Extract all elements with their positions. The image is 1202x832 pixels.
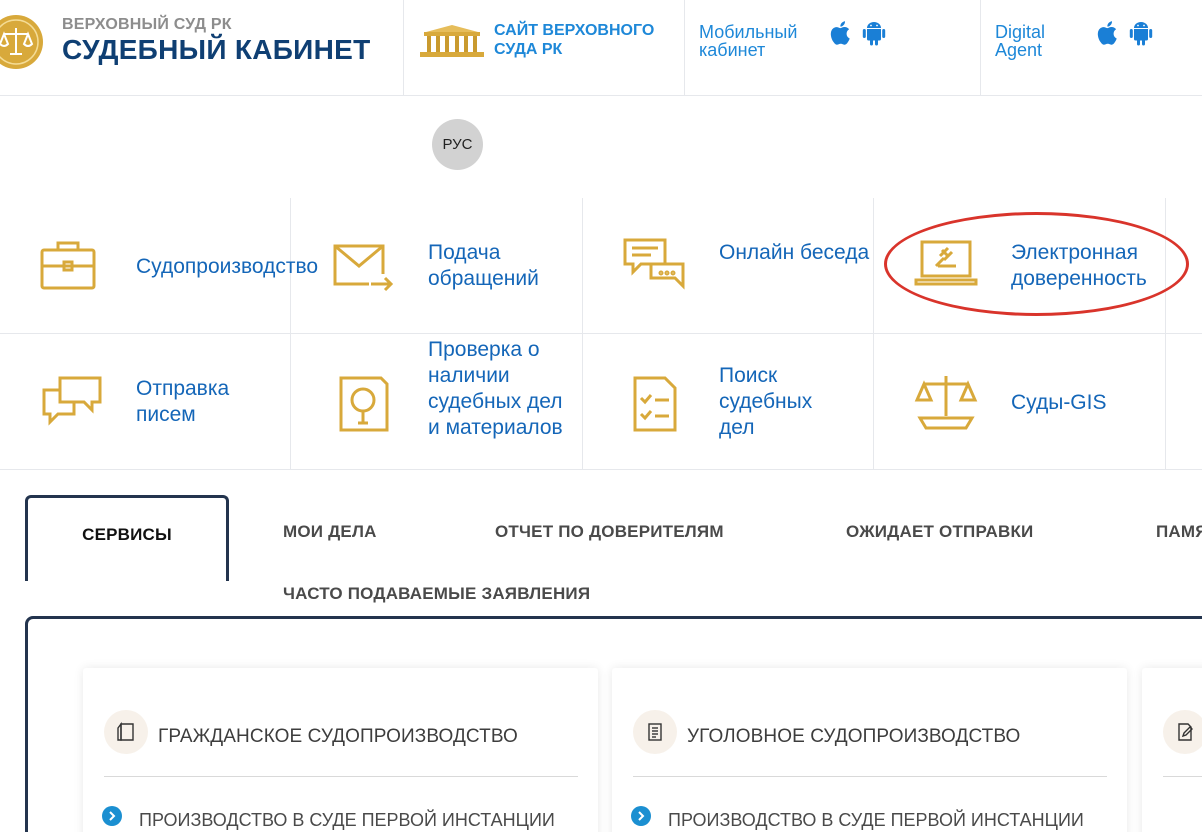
arrow-right-icon [631, 806, 651, 826]
service-label: Суды-GIS [1011, 391, 1107, 414]
court-building-icon[interactable] [418, 24, 486, 58]
criminal-proceedings-card[interactable]: УГОЛОВНОЕ СУДОПРОИЗВОДСТВО ПРОИЗВОДСТВО … [612, 668, 1127, 832]
language-switch-button[interactable]: РУС [432, 119, 483, 170]
apple-icon[interactable] [827, 20, 851, 46]
service-label: Электронная доверенность [1011, 241, 1147, 290]
checklist-icon [633, 376, 677, 432]
service-tile-court-proceedings[interactable]: Судопроизводство [0, 198, 318, 333]
grid-divider [0, 469, 1202, 470]
criminal-case-icon [648, 723, 662, 741]
android-icon[interactable] [862, 20, 886, 46]
service-label: Проверка о наличии судебных дел и матери… [428, 338, 563, 439]
agent-line2: Agent [995, 40, 1043, 60]
grid-divider [1165, 198, 1166, 470]
service-tile-submit-appeal[interactable]: Подача обращений [291, 198, 582, 333]
service-tile-online-chat[interactable]: Онлайн беседа [583, 198, 873, 333]
service-label: Отправка писем [136, 377, 230, 426]
laptop-gavel-icon [914, 240, 978, 286]
tab-trustee-report[interactable]: ОТЧЕТ ПО ДОВЕРИТЕЛЯМ [495, 522, 724, 542]
civil-proceedings-card[interactable]: ГРАЖДАНСКОЕ СУДОПРОИЗВОДСТВО ПРОИЗВОДСТВ… [83, 668, 598, 832]
apple-icon[interactable] [1094, 20, 1118, 46]
service-label: Онлайн беседа [719, 241, 870, 264]
card-icon-badge [633, 710, 677, 754]
arrow-right-icon [102, 806, 122, 826]
court-site-line1: САЙТ ВЕРХОВНОГО [494, 22, 655, 39]
scales-icon [914, 376, 978, 430]
card-title: ГРАЖДАНСКОЕ СУДОПРОИЗВОДСТВО [158, 726, 518, 747]
service-label: Подача обращений [428, 241, 539, 290]
partial-service-card[interactable] [1142, 668, 1202, 832]
tab-frequent-applications[interactable]: ЧАСТО ПОДАВАЕМЫЕ ЗАЯВЛЕНИЯ [283, 584, 590, 604]
mobile-line2: кабинет [699, 40, 766, 60]
android-icon[interactable] [1129, 20, 1153, 46]
card-divider [104, 776, 578, 777]
tab-my-cases[interactable]: МОИ ДЕЛА [283, 522, 377, 542]
service-tile-courts-gis[interactable]: Суды-GIS [874, 334, 1165, 469]
card-link-first-instance[interactable]: ПРОИЗВОДСТВО В СУДЕ ПЕРВОЙ ИНСТАНЦИИ [668, 810, 1084, 831]
civil-case-icon [117, 721, 134, 741]
header-divider [403, 0, 404, 95]
agent-line1: Digital [995, 22, 1046, 42]
brand-subtitle: ВЕРХОВНЫЙ СУД РК [62, 16, 232, 33]
document-edit-icon [1178, 723, 1193, 741]
digital-agent-link[interactable]: Digital Agent [995, 23, 1045, 59]
header-divider [980, 0, 981, 95]
service-tile-search-cases[interactable]: Поиск судебных дел [583, 334, 873, 469]
brand-title[interactable]: СУДЕБНЫЙ КАБИНЕТ [62, 34, 371, 66]
site-header: ВЕРХОВНЫЙ СУД РК СУДЕБНЫЙ КАБИНЕТ САЙТ В… [0, 0, 1202, 96]
tab-awaiting-dispatch[interactable]: ОЖИДАЕТ ОТПРАВКИ [846, 522, 1033, 542]
card-divider [1163, 776, 1202, 777]
service-tile-send-letters[interactable]: Отправка писем [0, 334, 290, 469]
envelope-icon [333, 244, 394, 292]
card-link-first-instance[interactable]: ПРОИЗВОДСТВО В СУДЕ ПЕРВОЙ ИНСТАНЦИИ [139, 810, 555, 831]
tab-memos[interactable]: ПАМЯТКИ [1156, 522, 1202, 542]
card-divider [633, 776, 1107, 777]
tab-label: СЕРВИСЫ [82, 524, 172, 544]
header-divider [684, 0, 685, 95]
service-label: Поиск судебных дел [719, 364, 813, 439]
court-emblem-icon[interactable] [0, 14, 44, 70]
tab-services[interactable]: СЕРВИСЫ [25, 495, 229, 581]
card-icon-badge [104, 710, 148, 754]
mobile-line1: Мобильный [699, 22, 798, 42]
service-tile-e-power-of-attorney[interactable]: Электронная доверенность [874, 198, 1165, 333]
briefcase-icon [40, 241, 96, 290]
document-search-icon [339, 376, 389, 432]
card-icon-badge [1163, 710, 1202, 754]
messages-icon [42, 376, 102, 426]
card-title: УГОЛОВНОЕ СУДОПРОИЗВОДСТВО [687, 726, 1021, 747]
mobile-cabinet-link[interactable]: Мобильный кабинет [699, 23, 797, 59]
service-tile-check-cases[interactable]: Проверка о наличии судебных дел и матери… [291, 334, 582, 469]
chat-icon [623, 238, 685, 290]
supreme-court-site-link[interactable]: САЙТ ВЕРХОВНОГО СУДА РК [494, 21, 674, 59]
court-site-line2: СУДА РК [494, 41, 563, 58]
